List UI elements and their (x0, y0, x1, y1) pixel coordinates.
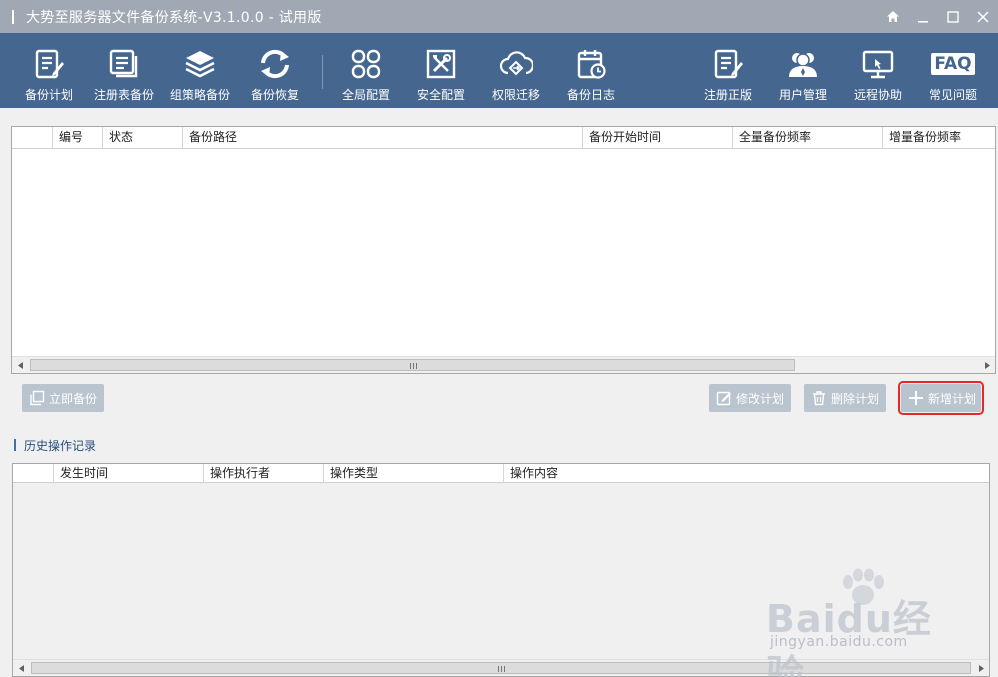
section-title: 历史操作记录 (24, 438, 97, 453)
edit-icon (716, 390, 732, 406)
column-header[interactable]: 发生时间 (53, 464, 203, 482)
column-header[interactable]: 备份路径 (182, 127, 582, 148)
copy-icon (29, 390, 45, 406)
faq-icon: FAQ (931, 46, 975, 82)
tool-label: 全局配置 (341, 88, 390, 102)
tool-label: 权限迁移 (491, 88, 540, 102)
scroll-right-button[interactable] (972, 660, 989, 676)
tool-label: 安全配置 (416, 88, 465, 102)
horizontal-scrollbar[interactable] (12, 356, 995, 373)
window-controls (878, 0, 998, 33)
tool-label: 注册表备份 (93, 88, 154, 102)
baidu-watermark: Baidu经验 jingyan.baidu.com (760, 568, 960, 677)
modify-plan-button[interactable]: 修改计划 (709, 384, 791, 412)
scroll-right-button[interactable] (978, 357, 995, 373)
history-section-title: 历史操作记录 (14, 436, 96, 454)
tools-icon (423, 46, 459, 82)
tool-label: 备份日志 (566, 88, 615, 102)
column-header[interactable]: 全量备份频率 (732, 127, 882, 148)
tool-backup-restore[interactable]: 备份恢复 (237, 33, 313, 108)
remote-monitor-icon (860, 46, 896, 82)
watermark-url: jingyan.baidu.com (770, 634, 908, 650)
registry-docs-icon (106, 46, 142, 82)
column-header[interactable]: 增量备份频率 (882, 127, 995, 148)
chevron-left-icon (17, 361, 23, 369)
home-button[interactable] (878, 0, 908, 33)
scroll-left-button[interactable] (13, 660, 30, 676)
button-label: 新增计划 (928, 391, 977, 406)
watermark-logo: Baidu经验 (766, 597, 932, 677)
tool-global-config[interactable]: 全局配置 (328, 33, 404, 108)
title-bar: 大势至服务器文件备份系统-V3.1.0.0 - 试用版 (0, 0, 998, 33)
tool-user-management[interactable]: 用户管理 (765, 33, 841, 108)
users-icon (785, 46, 821, 82)
trash-icon (811, 390, 827, 406)
scrollbar-thumb[interactable] (30, 359, 795, 371)
tool-group-policy-backup[interactable]: 组策略备份 (162, 33, 238, 108)
tool-label: 注册正版 (703, 88, 752, 102)
toolbar-separator (322, 55, 323, 89)
title-marker (12, 9, 14, 24)
button-label: 修改计划 (736, 391, 785, 406)
column-header[interactable]: 编号 (52, 127, 102, 148)
row-select-header (13, 464, 53, 482)
column-header[interactable]: 操作执行者 (203, 464, 323, 482)
button-label: 删除计划 (831, 391, 880, 406)
column-header[interactable]: 备份开始时间 (582, 127, 732, 148)
tool-remote-assist[interactable]: 远程协助 (840, 33, 916, 108)
scroll-left-button[interactable] (12, 357, 29, 373)
register-edit-icon (710, 46, 746, 82)
plan-edit-icon (31, 46, 67, 82)
column-header[interactable]: 状态 (102, 127, 182, 148)
calendar-clock-icon (573, 46, 609, 82)
maximize-icon (947, 10, 959, 23)
refresh-icon (257, 46, 293, 82)
minimize-icon (918, 20, 928, 23)
column-header[interactable]: 操作内容 (503, 464, 989, 482)
maximize-button[interactable] (938, 0, 968, 33)
cloud-transfer-icon (498, 46, 534, 82)
tool-register[interactable]: 注册正版 (690, 33, 766, 108)
grip-icon (498, 666, 505, 672)
plus-icon (908, 390, 924, 406)
column-header[interactable]: 操作类型 (323, 464, 503, 482)
backup-plan-table[interactable]: 编号 状态 备份路径 备份开始时间 全量备份频率 增量备份频率 (11, 126, 996, 374)
tool-backup-plan[interactable]: 备份计划 (11, 33, 87, 108)
tool-label: 备份恢复 (250, 88, 299, 102)
chevron-left-icon (18, 664, 24, 672)
table-header: 编号 状态 备份路径 备份开始时间 全量备份频率 增量备份频率 (12, 127, 995, 149)
tool-label: 组策略备份 (169, 88, 230, 102)
add-plan-button[interactable]: 新增计划 (898, 381, 984, 415)
faq-badge: FAQ (931, 53, 975, 75)
tool-permission-migration[interactable]: 权限迁移 (478, 33, 554, 108)
row-select-header (12, 127, 52, 148)
home-icon (887, 11, 899, 22)
button-label: 立即备份 (49, 391, 98, 406)
tool-label: 常见问题 (928, 88, 977, 102)
tool-security-config[interactable]: 安全配置 (403, 33, 479, 108)
chevron-right-icon (984, 361, 990, 369)
tool-label: 远程协助 (853, 88, 902, 102)
tool-faq[interactable]: FAQ 常见问题 (915, 33, 991, 108)
chevron-right-icon (978, 664, 984, 672)
section-marker (14, 439, 16, 451)
window-title: 大势至服务器文件备份系统-V3.1.0.0 - 试用版 (26, 9, 322, 26)
grid-settings-icon (348, 46, 384, 82)
tool-backup-log[interactable]: 备份日志 (553, 33, 629, 108)
table-header: 发生时间 操作执行者 操作类型 操作内容 (13, 464, 989, 483)
grip-icon (409, 363, 417, 369)
backup-now-button[interactable]: 立即备份 (22, 384, 104, 412)
delete-plan-button[interactable]: 删除计划 (804, 384, 886, 412)
minimize-button[interactable] (908, 0, 938, 33)
main-toolbar: 备份计划 注册表备份 组策略备份 备份恢复 全局配置 安全配置 权限迁移 备份日… (0, 33, 998, 108)
tool-label: 备份计划 (24, 88, 73, 102)
layers-icon (182, 46, 218, 82)
close-button[interactable] (968, 0, 998, 33)
tool-label: 用户管理 (778, 88, 827, 102)
tool-registry-backup[interactable]: 注册表备份 (86, 33, 162, 108)
close-icon (977, 10, 989, 23)
